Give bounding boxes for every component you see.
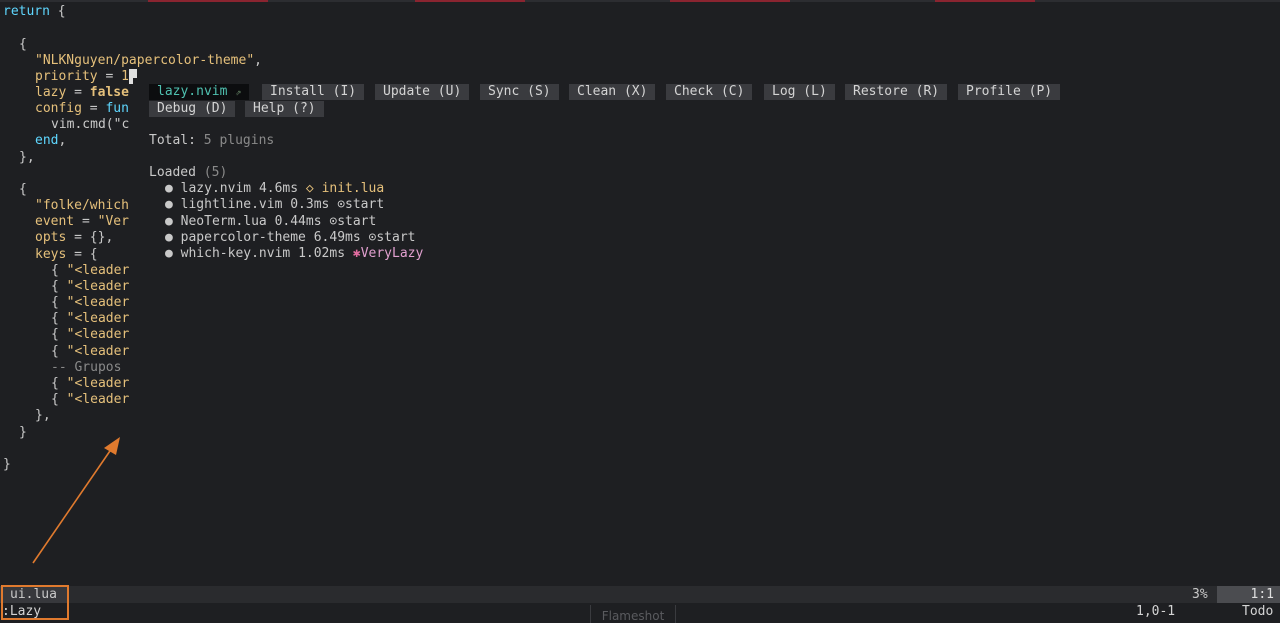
plugin-item[interactable]: ● lazy.nvim 4.6ms ◇ init.lua — [165, 181, 384, 197]
code-line: { "<leader — [51, 327, 130, 342]
code-line: { "<leader — [51, 295, 130, 310]
code-line: { "<leader — [51, 311, 130, 326]
start-icon: ⊙ — [337, 197, 346, 212]
loaded-heading: Loaded (5) — [149, 165, 228, 180]
code-line: }, — [35, 408, 51, 423]
flameshot-label: Flameshot — [590, 605, 676, 623]
clean-button[interactable]: Clean (X) — [569, 84, 656, 100]
code-line: } — [3, 457, 11, 472]
sync-button[interactable]: Sync (S) — [480, 84, 559, 100]
check-button[interactable]: Check (C) — [666, 84, 753, 100]
code-line: keys = { — [35, 247, 98, 262]
code-line: return { — [3, 4, 66, 19]
tab-lazy-nvim[interactable]: lazy.nvim ⇗ — [149, 84, 250, 100]
code-line: { "<leader — [51, 263, 130, 278]
plugin-item[interactable]: ● NeoTerm.lua 0.44ms ⊙start — [165, 214, 376, 230]
lazy-window[interactable]: lazy.nvim ⇗ Install (I) Update (U) Sync … — [133, 78, 1280, 556]
code-line: }, — [19, 150, 35, 165]
log-button[interactable]: Log (L) — [764, 84, 835, 100]
plugin-item[interactable]: ● papercolor-theme 6.49ms ⊙start — [165, 230, 415, 246]
code-line: event = "Ver — [35, 214, 129, 229]
annotation-highlight-box — [1, 585, 69, 620]
file-icon: ◇ — [305, 181, 314, 196]
code-line: { "<leader — [51, 344, 130, 359]
code-line: { — [19, 182, 27, 197]
code-line: "folke/which — [35, 198, 129, 213]
total-summary: Total: 5 plugins — [149, 133, 275, 148]
code-line: { — [19, 37, 27, 52]
plugin-item[interactable]: ● lightline.vim 0.3ms ⊙start — [165, 197, 384, 213]
code-line: { "<leader — [51, 279, 130, 294]
statusline — [0, 586, 1280, 603]
code-line: lazy = false — [35, 85, 129, 100]
code-line: priority = 1 — [35, 69, 137, 85]
ruler: 1,0-1 — [1136, 604, 1176, 619]
restore-button[interactable]: Restore (R) — [845, 84, 948, 100]
code-line: "NLKNguyen/papercolor-theme", — [35, 53, 262, 68]
update-button[interactable]: Update (U) — [375, 84, 470, 100]
code-line: opts = {}, — [35, 230, 114, 245]
plugin-item[interactable]: ● which-key.nvim 1.02ms ✱VeryLazy — [165, 246, 423, 262]
help-button[interactable]: Help (?) — [245, 101, 324, 117]
statusline-percent: 3% — [1192, 587, 1208, 602]
event-icon: ✱ — [352, 246, 361, 261]
external-link-icon: ⇗ — [235, 87, 242, 98]
code-line: end, — [35, 133, 67, 148]
code-line: vim.cmd("c — [51, 117, 130, 132]
code-line: config = fun — [35, 101, 129, 116]
debug-button[interactable]: Debug (D) — [149, 101, 236, 117]
code-line: { "<leader — [51, 392, 130, 407]
install-button[interactable]: Install (I) — [262, 84, 365, 100]
mode-indicator: Todo — [1242, 604, 1274, 619]
code-line: } — [19, 425, 27, 440]
top-border — [0, 0, 1280, 2]
code-line: -- Grupos — [51, 360, 122, 375]
code-line: { "<leader — [51, 376, 130, 391]
profile-button[interactable]: Profile (P) — [958, 84, 1061, 100]
statusline-position: 1:1 — [1217, 586, 1280, 603]
